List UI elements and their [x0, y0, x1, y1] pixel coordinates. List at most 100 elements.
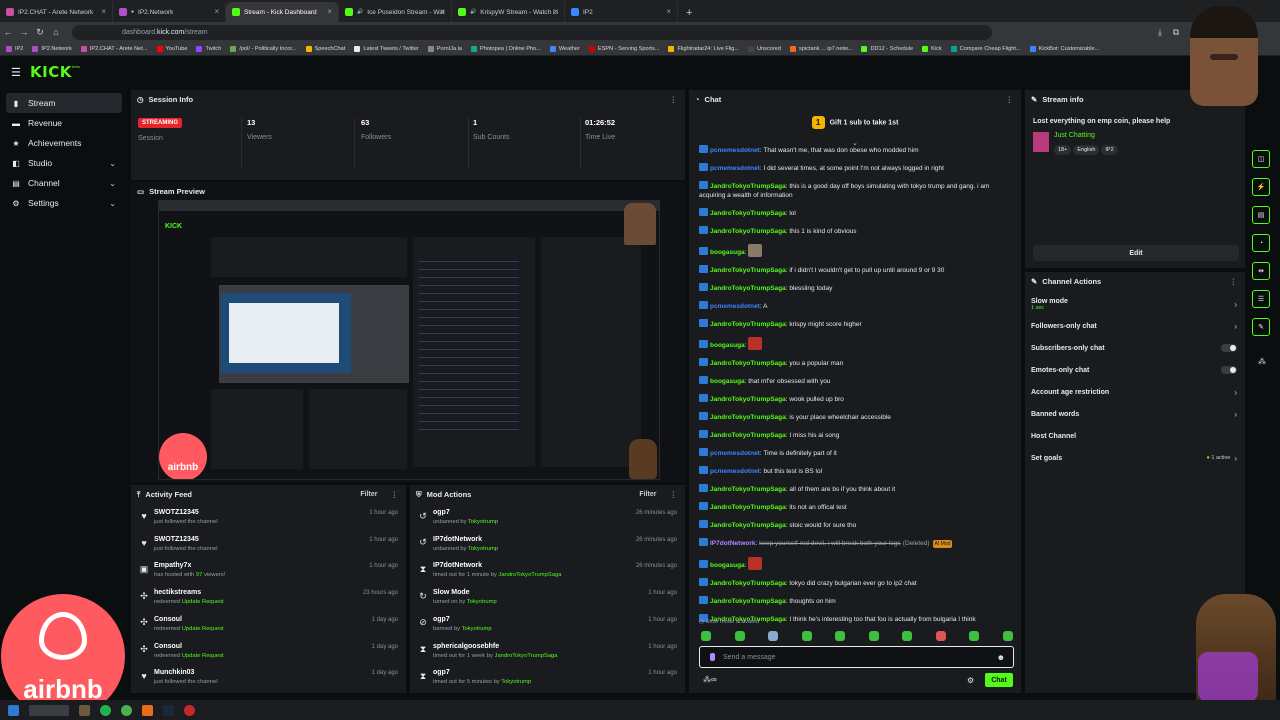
download-icon[interactable]: ⤓	[1152, 27, 1168, 38]
chat-username[interactable]: JandroTokyoTrumpSaga	[710, 267, 786, 274]
feed-row[interactable]: ↻ Slow Mode turned on by Tokyotrump 1 hour …	[410, 585, 685, 612]
bookmark-item[interactable]: DD12 - Schedule	[861, 45, 913, 52]
chat-message[interactable]: JandroTokyoTrumpSaga: krispy might score…	[689, 318, 1021, 330]
sidebar-item-revenue[interactable]: ▬ Revenue	[6, 113, 122, 133]
feed-username[interactable]: Consoul	[154, 616, 182, 623]
stream-tag[interactable]: English	[1073, 145, 1100, 155]
dock-wrench-icon[interactable]: ✎	[1252, 318, 1270, 336]
quick-emote-icon[interactable]	[902, 631, 913, 641]
feed-username[interactable]: sphericalgoosebhfe	[433, 643, 499, 650]
taskbar-app-icon[interactable]	[184, 704, 195, 716]
chat-message[interactable]: JandroTokyoTrumpSaga: this is a good day…	[689, 180, 1021, 201]
start-icon[interactable]	[8, 704, 19, 716]
chat-username[interactable]: JandroTokyoTrumpSaga	[710, 360, 786, 367]
feed-row[interactable]: ↺ ogp7 unbanned by Tokyotrump 26 minutes ag…	[410, 505, 685, 532]
sidebar-item-stream[interactable]: ▮ Stream	[6, 93, 122, 113]
sidebar-item-achievements[interactable]: ★ Achievements	[6, 133, 122, 153]
toggle-switch[interactable]	[1221, 344, 1237, 352]
chat-username[interactable]: boogasuga	[710, 378, 745, 385]
feed-username[interactable]: ogp7	[433, 509, 450, 516]
channel-action-set-goals[interactable]: Set goals ● 1 active ›	[1031, 448, 1237, 468]
channel-action-emotes-only-chat[interactable]: Emotes-only chat	[1031, 360, 1237, 380]
bookmark-item[interactable]: Compare Cheap Flight...	[950, 45, 1021, 52]
kebab-icon[interactable]: ⋮	[391, 490, 399, 499]
dock-bolt-icon[interactable]: ⚡	[1252, 178, 1270, 196]
browser-tab[interactable]: IP2.CHAT - Arete Network ×	[0, 2, 113, 22]
extensions-icon[interactable]: ⧉	[1168, 27, 1184, 38]
close-tab-icon[interactable]: ×	[440, 7, 445, 16]
chat-username[interactable]: pcmemesdotnet	[710, 450, 760, 457]
bookmark-item[interactable]: SpeechChat	[305, 45, 345, 52]
settings-dots-icon[interactable]: ⁂∞	[703, 675, 717, 684]
close-tab-icon[interactable]: ×	[327, 7, 332, 16]
bookmark-item[interactable]: ESPN - Serving Sports...	[588, 45, 659, 52]
chat-username[interactable]: JandroTokyoTrumpSaga	[710, 522, 786, 529]
bookmark-item[interactable]: IP2.CHAT - Arete Net...	[80, 45, 148, 52]
search-icon[interactable]	[29, 704, 69, 716]
chat-username[interactable]: JandroTokyoTrumpSaga	[710, 414, 786, 421]
feed-username[interactable]: hectikstreams	[154, 589, 201, 596]
chat-username[interactable]: pcmemesdotnet	[710, 303, 760, 310]
bookmark-item[interactable]: /pol/ - Politically Incor...	[230, 45, 297, 52]
channel-action-account-age-restriction[interactable]: Account age restriction ›	[1031, 382, 1237, 402]
gift-sub-banner[interactable]: 1 Gift 1 sub to take 1st	[689, 116, 1021, 129]
dock-chat-icon[interactable]: ◔	[1252, 234, 1270, 252]
bookmark-item[interactable]: Photopea | Online Pho...	[470, 45, 541, 52]
emoji-icon[interactable]: ☻	[997, 653, 1005, 662]
chat-message[interactable]: JandroTokyoTrumpSaga: blessling today	[689, 282, 1021, 294]
bookmark-item[interactable]: Unscored	[748, 45, 781, 52]
sidebar-item-studio[interactable]: ◧ Studio ⌄	[6, 153, 122, 173]
quick-emote-icon[interactable]	[734, 631, 745, 641]
chat-username[interactable]: boogasuga	[710, 562, 745, 569]
feed-row[interactable]: ⧗ IP7dotNetwork timed out for 1 minute by …	[410, 558, 685, 585]
feed-row[interactable]: ♥ Munchkin03 just followed the channel 1 da…	[131, 665, 406, 692]
mod-filter-button[interactable]: Filter	[639, 491, 656, 498]
kebab-icon[interactable]: ⋮	[1006, 95, 1014, 104]
home-icon[interactable]: ⌂	[48, 27, 64, 37]
stream-video[interactable]: KICK airbnb	[158, 200, 660, 480]
channel-action-slow-mode[interactable]: Slow mode 1 sec ›	[1031, 294, 1237, 314]
url-field[interactable]: dashboard. kick.com/stream	[72, 24, 992, 40]
chat-username[interactable]: JandroTokyoTrumpSaga	[710, 580, 786, 587]
toggle-switch[interactable]	[1221, 366, 1237, 374]
taskbar-app-icon[interactable]	[100, 704, 111, 716]
bookmark-item[interactable]: Kick	[922, 45, 942, 52]
chat-message[interactable]: JandroTokyoTrumpSaga: its not an offical…	[689, 501, 1021, 513]
quick-emote-icon[interactable]	[1002, 631, 1013, 641]
activity-filter-button[interactable]: Filter	[360, 491, 377, 498]
channel-action-subscribers-only-chat[interactable]: Subscribers-only chat	[1031, 338, 1237, 358]
chat-username[interactable]: boogasuga	[710, 342, 745, 349]
feed-username[interactable]: SWOTZ12345	[154, 536, 199, 543]
close-tab-icon[interactable]: ×	[214, 7, 219, 16]
channel-action-banned-words[interactable]: Banned words ›	[1031, 404, 1237, 424]
feed-row[interactable]: ✣ hectikstreams redeemed Update Request 23 …	[131, 585, 406, 612]
chat-messages[interactable]: pcmemesdotnet: That wasn't me, that was …	[689, 144, 1021, 624]
chat-username[interactable]: pcmemesdotnet	[710, 147, 760, 154]
chat-message[interactable]: JandroTokyoTrumpSaga: I miss his ai song	[689, 429, 1021, 441]
reload-icon[interactable]: ↻	[32, 27, 48, 38]
stream-tag[interactable]: IP2	[1101, 145, 1118, 155]
bookmark-item[interactable]: spictank ... ip7.netw...	[789, 45, 852, 52]
feed-row[interactable]: ♥ SWOTZ12345 just followed the channel 1 ho…	[131, 532, 406, 559]
feed-row[interactable]: ✣ Consoul redeemed Update Request 1 day ago	[131, 639, 406, 666]
chat-message[interactable]: boogasuga: that mf'er obsessed with you	[689, 375, 1021, 387]
chat-message[interactable]: JandroTokyoTrumpSaga: is your place whee…	[689, 411, 1021, 423]
quick-emote-icon[interactable]	[935, 631, 946, 641]
chat-message[interactable]: JandroTokyoTrumpSaga: lol	[689, 207, 1021, 219]
chat-message[interactable]: boogasuga:	[689, 243, 1021, 258]
quick-emote-icon[interactable]	[768, 631, 779, 641]
steam-icon[interactable]	[163, 704, 174, 716]
feed-username[interactable]: SWOTZ12345	[154, 509, 199, 516]
chat-username[interactable]: JandroTokyoTrumpSaga	[710, 432, 786, 439]
bookmark-item[interactable]: IP2.Network	[32, 45, 72, 52]
dock-list-icon[interactable]: ☰	[1252, 290, 1270, 308]
chat-message[interactable]: boogasuga:	[689, 556, 1021, 571]
chat-username[interactable]: IP7dotNetwork	[710, 540, 756, 547]
bookmark-item[interactable]: Twitch	[196, 45, 221, 52]
browser-tab[interactable]: ● IP2.Network ×	[113, 2, 226, 22]
feed-row[interactable]: ✣ Consoul redeemed Update Request 1 day ago	[131, 612, 406, 639]
category-name[interactable]: Just Chatting	[1054, 132, 1095, 139]
dock-doc-icon[interactable]: ▤	[1252, 206, 1270, 224]
new-tab-icon[interactable]: +	[678, 7, 700, 22]
bookmark-item[interactable]: KickBot: Customizable...	[1029, 45, 1099, 52]
